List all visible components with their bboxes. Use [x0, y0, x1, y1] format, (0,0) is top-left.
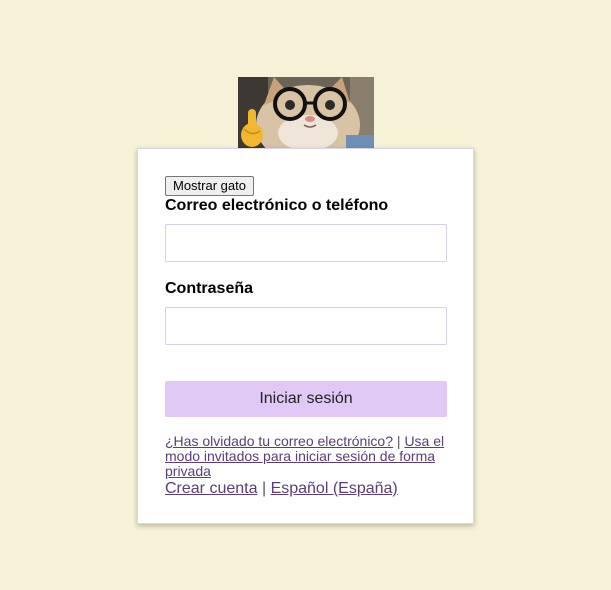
- language-link[interactable]: Español (España): [271, 480, 398, 497]
- help-links: ¿Has olvidado tu correo electrónico? | U…: [165, 434, 450, 479]
- footer-links: Crear cuenta | Español (España): [165, 480, 398, 498]
- show-cat-button[interactable]: Mostrar gato: [165, 176, 254, 196]
- cat-image: [238, 77, 374, 149]
- email-field[interactable]: [165, 224, 447, 262]
- sign-in-button[interactable]: Iniciar sesión: [165, 381, 447, 417]
- password-label: Contraseña: [165, 280, 254, 297]
- link-separator: |: [396, 433, 401, 449]
- email-label: Correo electrónico o teléfono: [165, 197, 389, 214]
- forgot-email-link[interactable]: ¿Has olvidado tu correo electrónico?: [165, 433, 393, 449]
- create-account-link[interactable]: Crear cuenta: [165, 480, 258, 497]
- cat-picture-icon: [238, 77, 374, 149]
- password-field[interactable]: [165, 307, 447, 345]
- login-card: Mostrar gato Correo electrónico o teléfo…: [137, 148, 474, 524]
- footer-separator: |: [261, 480, 267, 497]
